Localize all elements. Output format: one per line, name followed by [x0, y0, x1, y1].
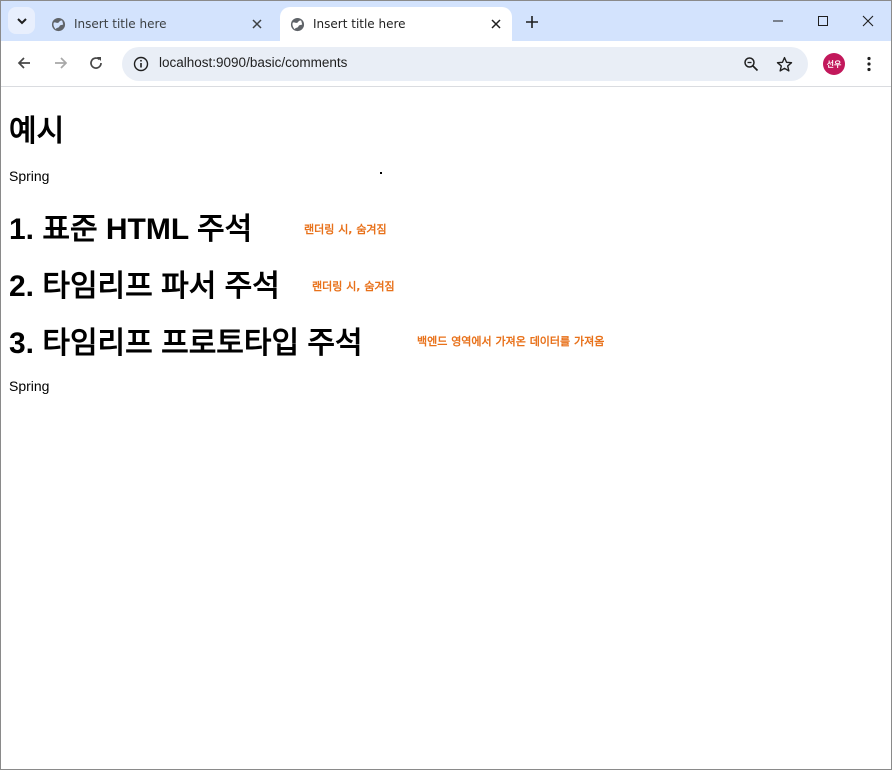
section-note-3: 백엔드 영역에서 가져온 데이터를 가져옴: [417, 335, 605, 348]
zoom-icon: [744, 57, 759, 72]
minimize-icon: [773, 20, 783, 22]
close-icon: [491, 19, 501, 29]
globe-icon: [50, 16, 66, 32]
last-value-text: Spring: [9, 378, 50, 394]
tab-active[interactable]: Insert title here: [280, 7, 512, 41]
section-note-1: 랜더링 시, 숨겨짐: [304, 223, 387, 236]
info-icon: [133, 56, 149, 72]
menu-button[interactable]: [858, 53, 880, 75]
avatar[interactable]: 선우: [823, 53, 845, 75]
tab-search-button[interactable]: [8, 7, 35, 34]
section-heading-1: 1. 표준 HTML 주석: [9, 213, 253, 246]
section-note-2: 랜더링 시, 숨겨짐: [312, 280, 395, 293]
kebab-menu-icon: [867, 56, 871, 72]
maximize-button[interactable]: [800, 1, 846, 41]
new-tab-button[interactable]: [520, 10, 544, 34]
window-close-button[interactable]: [845, 1, 891, 41]
browser-toolbar: localhost:9090/basic/comments 선우: [1, 41, 891, 87]
plus-icon: [526, 16, 538, 28]
arrow-right-icon: [55, 57, 68, 69]
stray-dot: [380, 172, 382, 174]
globe-icon: [289, 16, 305, 32]
url-text[interactable]: localhost:9090/basic/comments: [159, 55, 347, 70]
tab-strip: Insert title here Insert title here: [1, 1, 891, 41]
tab-close-button[interactable]: [486, 14, 506, 34]
reload-icon: [90, 57, 102, 69]
reload-button[interactable]: [81, 48, 111, 78]
close-icon: [862, 15, 874, 27]
back-button[interactable]: [9, 48, 39, 78]
page-title: 예시: [9, 115, 65, 148]
tab-close-button[interactable]: [247, 14, 267, 34]
zoom-button[interactable]: [740, 53, 762, 75]
bookmark-button[interactable]: [773, 53, 795, 75]
arrow-left-icon: [17, 57, 30, 69]
site-info-button[interactable]: [128, 51, 154, 77]
maximize-icon: [818, 16, 828, 26]
browser-window: Insert title here Insert title here loca…: [0, 0, 892, 770]
tab-title: Insert title here: [313, 17, 406, 31]
section-heading-2: 2. 타임리프 파서 주석: [9, 270, 280, 303]
close-icon: [252, 19, 262, 29]
tab-title: Insert title here: [74, 17, 167, 31]
chevron-down-icon: [16, 17, 27, 24]
page-content: 예시 Spring 1. 표준 HTML 주석 랜더링 시, 숨겨짐 2. 타임…: [1, 88, 891, 769]
section-heading-3: 3. 타임리프 프로토타입 주석: [9, 327, 363, 360]
forward-button[interactable]: [46, 48, 76, 78]
minimize-button[interactable]: [755, 1, 801, 41]
tab-inactive[interactable]: Insert title here: [41, 7, 273, 41]
address-bar[interactable]: localhost:9090/basic/comments: [122, 47, 808, 81]
first-value-text: Spring: [9, 168, 50, 184]
star-icon: [776, 56, 792, 72]
